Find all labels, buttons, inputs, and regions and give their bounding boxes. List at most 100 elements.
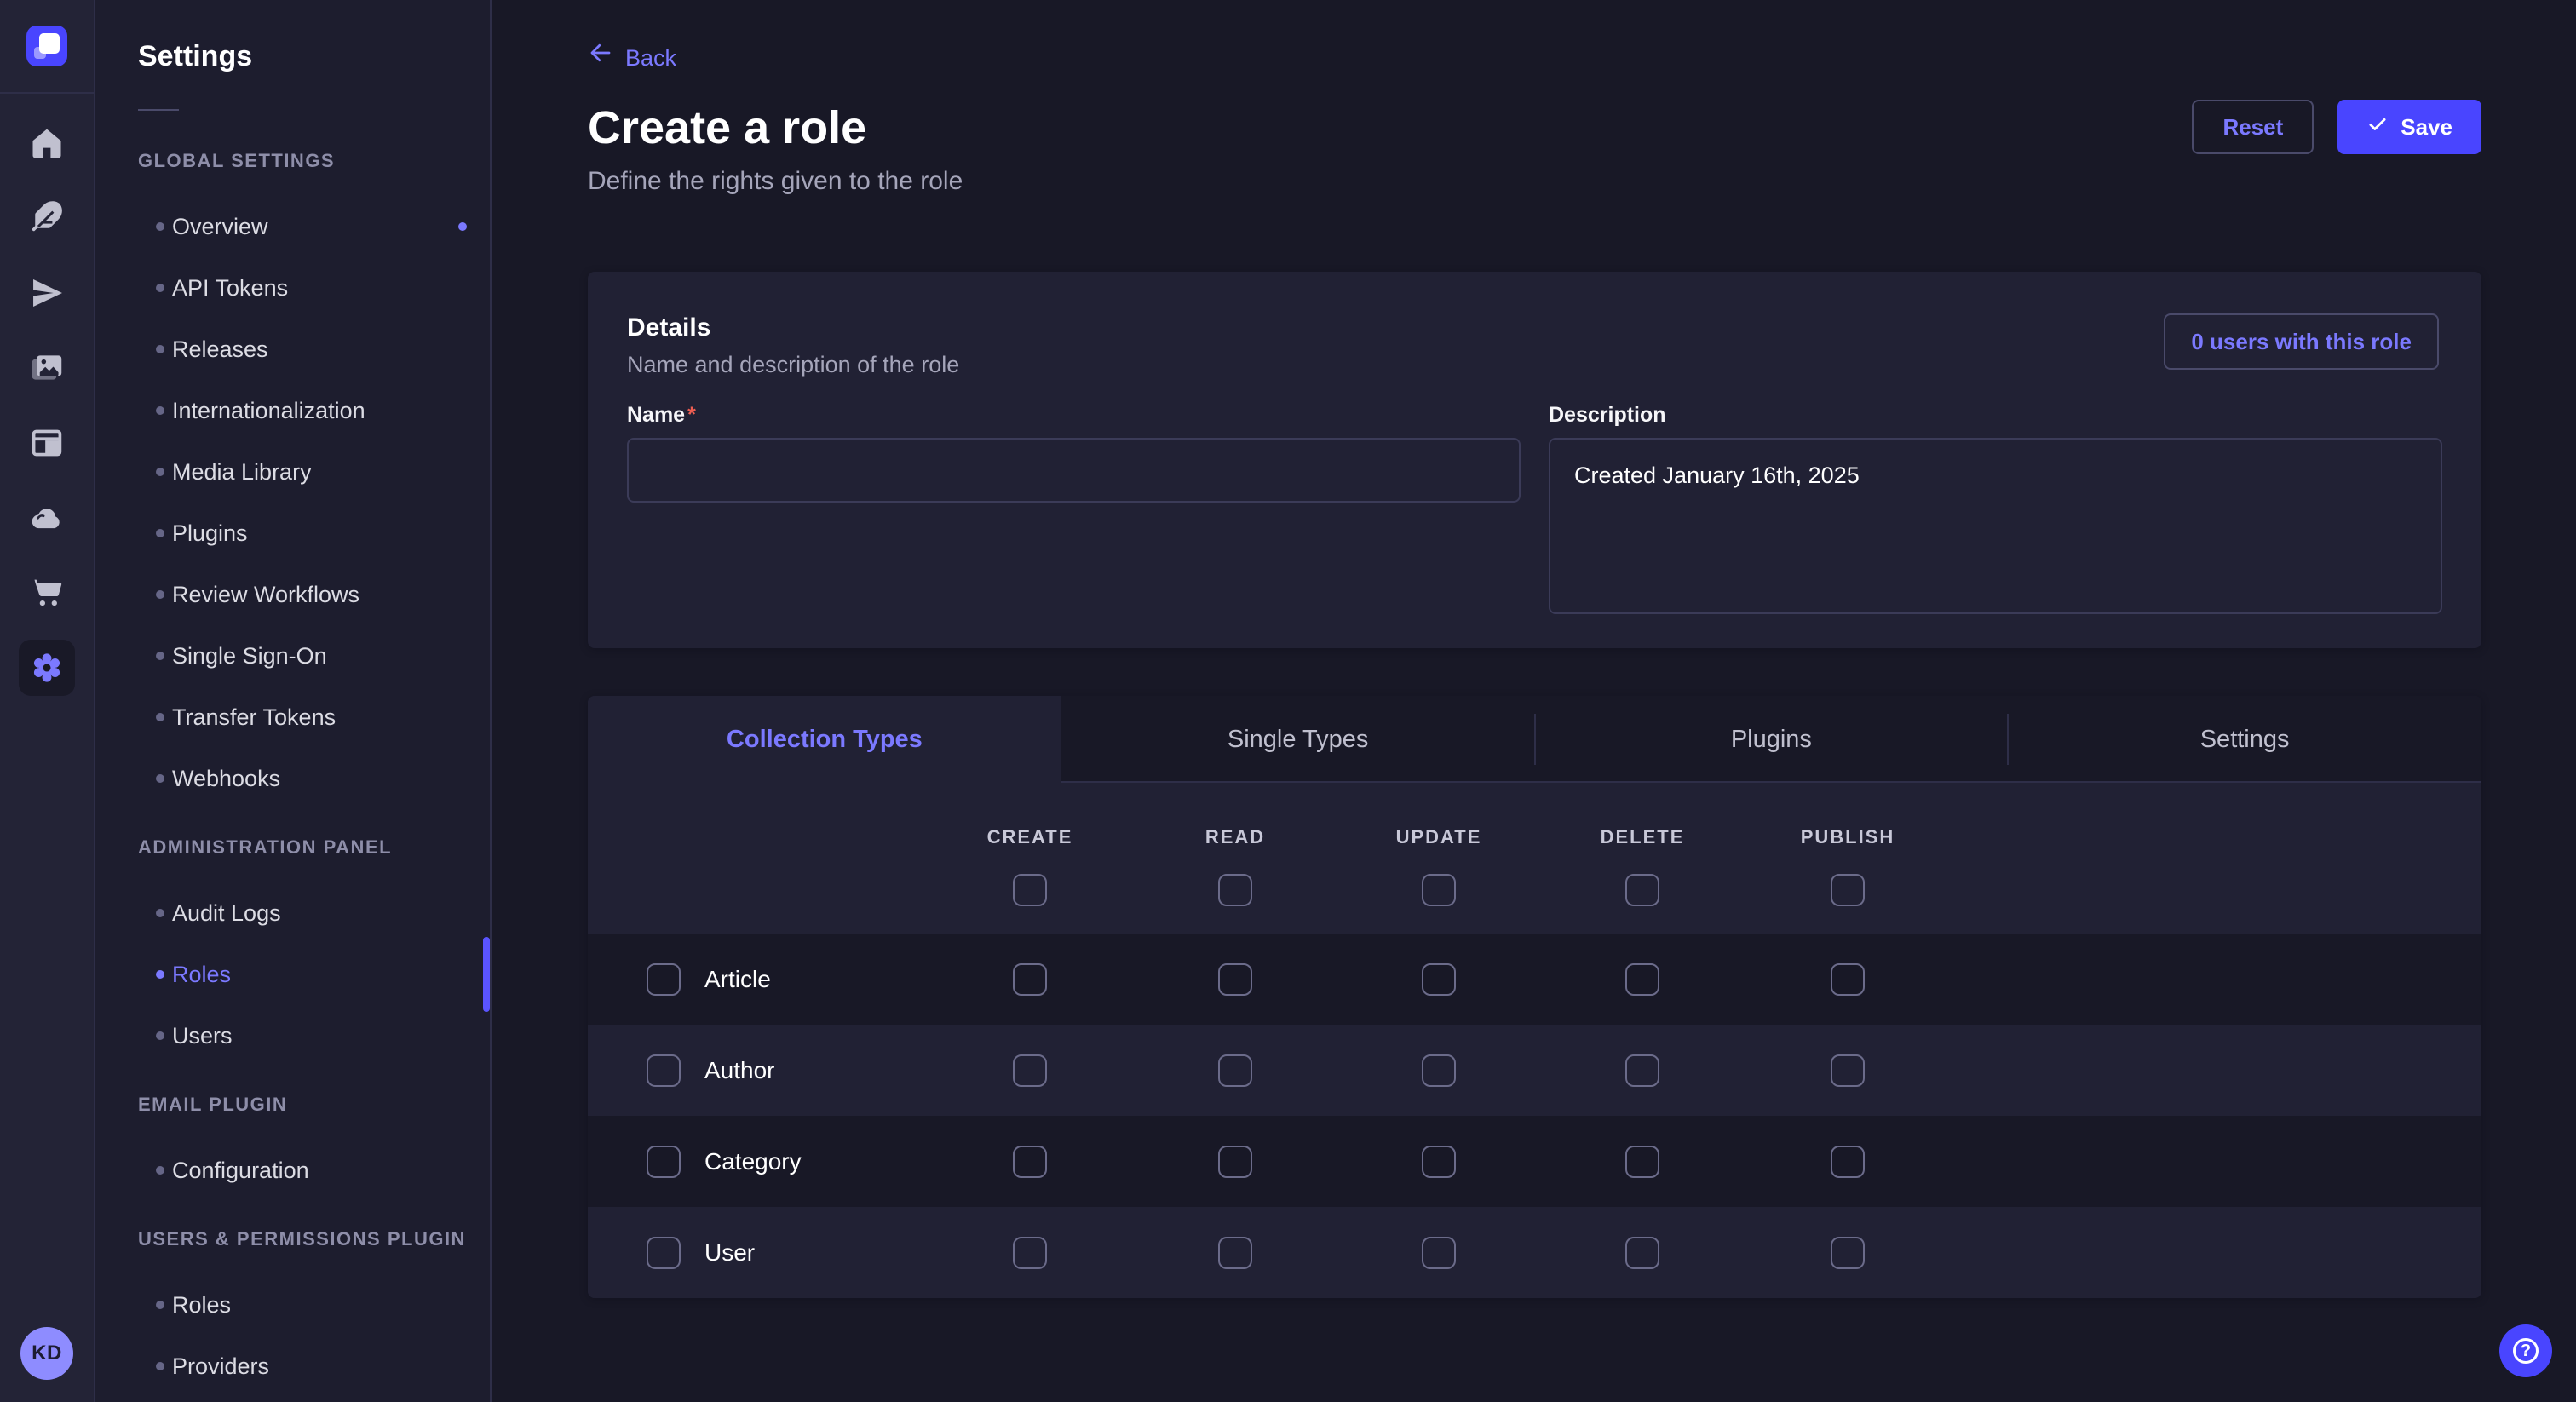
check-icon	[2366, 113, 2389, 141]
header-actions: Reset Save	[2192, 100, 2481, 154]
subnav-item-label: Configuration	[172, 1158, 309, 1184]
user-create-checkbox[interactable]	[1013, 1237, 1047, 1269]
category-delete-checkbox[interactable]	[1625, 1146, 1659, 1178]
marketplace-cart-nav-button[interactable]	[0, 555, 94, 630]
user-avatar[interactable]: KD	[20, 1327, 73, 1380]
row-select-article-checkbox[interactable]	[647, 963, 681, 996]
nav-section-header: EMAIL PLUGIN	[138, 1094, 490, 1116]
back-label: Back	[625, 41, 676, 75]
users-with-role-button[interactable]: 0 users with this role	[2164, 313, 2439, 370]
user-update-checkbox[interactable]	[1422, 1237, 1456, 1269]
select-all-delete-checkbox[interactable]	[1625, 874, 1659, 906]
cloud-nav-button[interactable]	[0, 480, 94, 555]
row-select-author-checkbox[interactable]	[647, 1054, 681, 1087]
subnav-item-review-workflows[interactable]: Review Workflows	[95, 564, 490, 625]
content-type-label: Author	[704, 1057, 775, 1084]
required-asterisk: *	[687, 403, 696, 427]
author-create-checkbox[interactable]	[1013, 1054, 1047, 1087]
permission-row-category: Category	[588, 1116, 2481, 1207]
tab-single-types[interactable]: Single Types	[1061, 696, 1535, 783]
article-delete-checkbox[interactable]	[1625, 963, 1659, 996]
nav-section-global-settings: GLOBAL SETTINGSOverviewAPI TokensRelease…	[95, 150, 490, 809]
bullet-icon	[156, 284, 164, 292]
strapi-logo-shape-faded	[34, 47, 46, 59]
user-publish-checkbox[interactable]	[1831, 1237, 1865, 1269]
layout-builder-nav-button[interactable]	[0, 405, 94, 480]
select-all-publish-checkbox[interactable]	[1831, 874, 1865, 906]
home-icon	[28, 124, 66, 162]
subnav-item-roles[interactable]: Roles	[95, 1274, 490, 1336]
tab-plugins[interactable]: Plugins	[1535, 696, 2009, 783]
category-publish-checkbox[interactable]	[1831, 1146, 1865, 1178]
name-label: Name*	[627, 402, 1521, 428]
article-publish-checkbox[interactable]	[1831, 963, 1865, 996]
subnav-item-label: Audit Logs	[172, 900, 281, 927]
subnav-item-media-library[interactable]: Media Library	[95, 441, 490, 503]
bullet-icon	[156, 406, 164, 415]
subnav-item-internationalization[interactable]: Internationalization	[95, 380, 490, 441]
send-plane-nav-button[interactable]	[0, 256, 94, 330]
reset-button[interactable]: Reset	[2192, 100, 2314, 154]
subnav-scrollbar-thumb[interactable]	[483, 937, 490, 1012]
details-card: Details Name and description of the role…	[588, 272, 2481, 648]
save-button[interactable]: Save	[2337, 100, 2481, 154]
select-all-read-checkbox[interactable]	[1218, 874, 1252, 906]
strapi-logo[interactable]	[26, 26, 67, 66]
row-select-user-checkbox[interactable]	[647, 1237, 681, 1269]
bullet-icon	[156, 590, 164, 599]
bullet-icon	[156, 222, 164, 231]
name-input[interactable]	[627, 438, 1521, 503]
subnav-item-webhooks[interactable]: Webhooks	[95, 748, 490, 809]
subnav-item-label: Roles	[172, 962, 231, 988]
subnav-item-label: Webhooks	[172, 766, 280, 792]
row-select-category-checkbox[interactable]	[647, 1146, 681, 1178]
tab-collection-types[interactable]: Collection Types	[588, 696, 1061, 783]
description-textarea[interactable]: Created January 16th, 2025	[1549, 438, 2442, 614]
bullet-icon	[156, 345, 164, 353]
author-publish-checkbox[interactable]	[1831, 1054, 1865, 1087]
subnav-item-overview[interactable]: Overview	[95, 196, 490, 257]
author-update-checkbox[interactable]	[1422, 1054, 1456, 1087]
subnav-item-configuration[interactable]: Configuration	[95, 1140, 490, 1201]
rail-icon-list	[0, 106, 94, 705]
subnav-item-label: Media Library	[172, 459, 312, 486]
column-header-read: READ	[1205, 826, 1265, 848]
subnav-item-users[interactable]: Users	[95, 1005, 490, 1066]
title-divider	[138, 109, 179, 111]
feather-nav-button[interactable]	[0, 181, 94, 256]
subnav-item-releases[interactable]: Releases	[95, 319, 490, 380]
media-library-nav-button[interactable]	[0, 330, 94, 405]
subnav-item-single-sign-on[interactable]: Single Sign-On	[95, 625, 490, 687]
subnav-item-providers[interactable]: Providers	[95, 1336, 490, 1397]
author-read-checkbox[interactable]	[1218, 1054, 1252, 1087]
category-create-checkbox[interactable]	[1013, 1146, 1047, 1178]
bullet-icon	[156, 909, 164, 917]
description-label: Description	[1549, 402, 2442, 428]
author-delete-checkbox[interactable]	[1625, 1054, 1659, 1087]
category-read-checkbox[interactable]	[1218, 1146, 1252, 1178]
subnav-item-plugins[interactable]: Plugins	[95, 503, 490, 564]
subnav-item-label: Review Workflows	[172, 582, 359, 608]
category-update-checkbox[interactable]	[1422, 1146, 1456, 1178]
article-update-checkbox[interactable]	[1422, 963, 1456, 996]
subnav-item-label: Users	[172, 1023, 233, 1049]
article-create-checkbox[interactable]	[1013, 963, 1047, 996]
nav-section-header: ADMINISTRATION PANEL	[138, 836, 490, 859]
settings-gear-nav-button[interactable]	[0, 630, 94, 705]
subnav-item-audit-logs[interactable]: Audit Logs	[95, 882, 490, 944]
subnav-item-transfer-tokens[interactable]: Transfer Tokens	[95, 687, 490, 748]
home-nav-button[interactable]	[0, 106, 94, 181]
page-title: Create a role	[588, 100, 963, 156]
select-all-update-checkbox[interactable]	[1422, 874, 1456, 906]
subnav-item-api-tokens[interactable]: API Tokens	[95, 257, 490, 319]
main-content: Back Create a role Define the rights giv…	[492, 0, 2576, 1402]
tab-settings[interactable]: Settings	[2008, 696, 2481, 783]
help-button[interactable]: ?	[2499, 1324, 2552, 1377]
select-all-create-checkbox[interactable]	[1013, 874, 1047, 906]
subnav-item-roles[interactable]: Roles	[95, 944, 490, 1005]
permissions-card: Collection TypesSingle TypesPluginsSetti…	[588, 696, 2481, 1298]
user-read-checkbox[interactable]	[1218, 1237, 1252, 1269]
user-delete-checkbox[interactable]	[1625, 1237, 1659, 1269]
back-link[interactable]: Back	[588, 40, 676, 75]
article-read-checkbox[interactable]	[1218, 963, 1252, 996]
